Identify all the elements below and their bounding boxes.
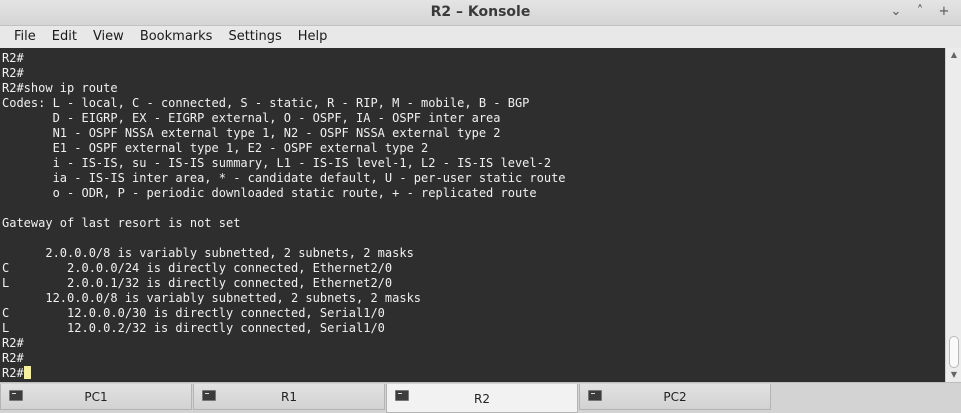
terminal-line: C 2.0.0.0/24 is directly connected, Ethe…	[2, 261, 393, 275]
terminal-line: R2#show ip route	[2, 81, 118, 95]
menu-file[interactable]: File	[6, 26, 44, 48]
tab-r1[interactable]: R1	[193, 384, 385, 410]
terminal-line: R2#	[2, 351, 24, 365]
terminal-line: ia - IS-IS inter area, * - candidate def…	[2, 171, 566, 185]
terminal-line: R2#	[2, 51, 24, 65]
terminal-prompt: R2#	[2, 366, 24, 380]
terminal-line: Codes: L - local, C - connected, S - sta…	[2, 96, 530, 110]
terminal-line: R2#	[2, 66, 24, 80]
text-cursor	[23, 366, 31, 379]
menu-edit[interactable]: Edit	[44, 26, 85, 48]
menu-settings[interactable]: Settings	[220, 26, 289, 48]
arrow-down-icon[interactable]: ▼	[949, 370, 959, 380]
vertical-scrollbar[interactable]: ▲ ▼	[945, 48, 961, 382]
tab-label: PC2	[663, 390, 687, 404]
maximize-button[interactable]: ˄	[913, 3, 927, 21]
terminal-line: 2.0.0.0/8 is variably subnetted, 2 subne…	[2, 246, 414, 260]
terminal-output[interactable]: R2# R2# R2#show ip route Codes: L - loca…	[0, 48, 945, 382]
menu-view[interactable]: View	[85, 26, 132, 48]
terminal-line: o - ODR, P - periodic downloaded static …	[2, 186, 537, 200]
tab-label: R1	[281, 390, 297, 404]
window-title: R2 – Konsole	[430, 4, 531, 20]
terminal-line: R2#	[2, 336, 24, 350]
title-bar[interactable]: R2 – Konsole ⌄ ˄ +	[0, 0, 961, 26]
terminal-line: D - EIGRP, EX - EIGRP external, O - OSPF…	[2, 111, 501, 125]
tab-label: R2	[474, 392, 490, 406]
window-controls: ⌄ ˄ +	[889, 3, 951, 21]
terminal-line: i - IS-IS, su - IS-IS summary, L1 - IS-I…	[2, 156, 552, 170]
terminal-line: N1 - OSPF NSSA external type 1, N2 - OSP…	[2, 126, 501, 140]
terminal-line: C 12.0.0.0/30 is directly connected, Ser…	[2, 306, 385, 320]
terminal-line: 12.0.0.0/8 is variably subnetted, 2 subn…	[2, 291, 422, 305]
close-button[interactable]: +	[937, 3, 951, 21]
tab-r2[interactable]: R2	[386, 384, 578, 413]
terminal-line: L 12.0.0.2/32 is directly connected, Ser…	[2, 321, 385, 335]
terminal-prompt-line[interactable]: R2#	[2, 366, 945, 381]
terminal-line: E1 - OSPF external type 1, E2 - OSPF ext…	[2, 141, 429, 155]
menu-help[interactable]: Help	[290, 26, 336, 48]
terminal-line: L 2.0.0.1/32 is directly connected, Ethe…	[2, 276, 393, 290]
tab-bar: PC1 R1 R2 PC2	[0, 382, 961, 413]
arrow-up-icon[interactable]: ▲	[949, 50, 959, 60]
tab-pc1[interactable]: PC1	[0, 384, 192, 410]
menu-bookmarks[interactable]: Bookmarks	[132, 26, 221, 48]
menu-bar: File Edit View Bookmarks Settings Help	[0, 26, 961, 48]
scrollbar-thumb[interactable]	[949, 336, 959, 368]
terminal-line: Gateway of last resort is not set	[2, 216, 241, 230]
tab-label: PC1	[84, 390, 108, 404]
tab-pc2[interactable]: PC2	[579, 384, 771, 410]
minimize-button[interactable]: ⌄	[889, 3, 903, 21]
